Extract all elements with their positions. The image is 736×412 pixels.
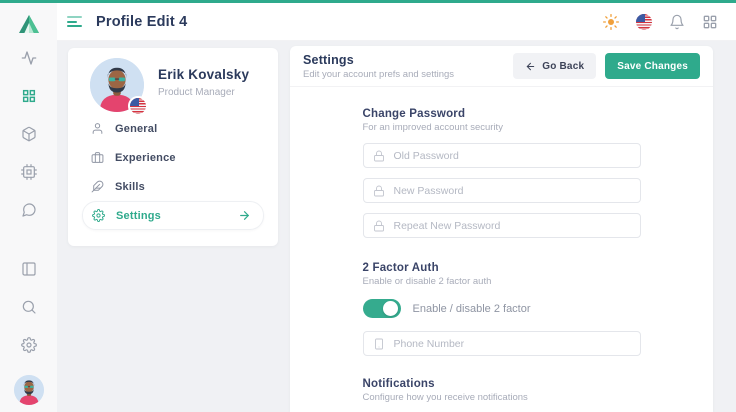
menu-item-label: Settings [116,210,161,222]
gear-icon[interactable] [21,337,37,353]
lock-icon [373,220,385,232]
menu-item-general[interactable]: General [68,114,278,143]
menu-item-experience[interactable]: Experience [68,143,278,172]
sidebar-nav-bottom [21,261,37,375]
phone-number-field[interactable] [363,331,641,356]
section-title: 2 Factor Auth [363,262,641,274]
arrow-right-icon [238,209,251,222]
profile-menu: General Experience Skills Settings [68,114,278,230]
new-password-input[interactable] [394,185,631,197]
change-password-section: Change Password For an improved account … [363,108,641,238]
page-title: Profile Edit 4 [96,14,187,30]
profile-card: Erik Kovalsky Product Manager General Ex… [68,48,278,246]
repeat-password-field[interactable] [363,213,641,238]
avatar-flag-badge [128,96,148,116]
section-title: Change Password [363,108,641,120]
user-icon [91,122,104,135]
notifications-section: Notifications Configure how you receive … [363,378,641,403]
lock-icon [373,150,385,162]
smartphone-icon [373,338,385,350]
lock-icon [373,185,385,197]
activity-icon[interactable] [21,50,37,66]
dashboard-grid-icon[interactable] [21,88,37,104]
feather-icon [91,180,104,193]
header: Profile Edit 4 [57,3,736,41]
menu-item-label: General [115,123,157,135]
menu-item-skills[interactable]: Skills [68,172,278,201]
layout-icon[interactable] [21,261,37,277]
two-factor-section: 2 Factor Auth Enable or disable 2 factor… [363,262,641,356]
sidebar-nav-top [21,50,37,240]
profile-name: Erik Kovalsky [158,67,249,82]
settings-subtitle: Edit your account prefs and settings [303,69,454,80]
section-subtitle: For an improved account security [363,122,641,133]
menu-icon[interactable] [67,16,82,27]
toggle-knob [383,301,398,316]
sidebar-rail [0,3,57,412]
apps-grid-icon[interactable] [702,14,718,30]
repeat-password-input[interactable] [394,220,631,232]
search-icon[interactable] [21,299,37,315]
new-password-field[interactable] [363,178,641,203]
main-content: Erik Kovalsky Product Manager General Ex… [57,41,736,412]
gear-icon [92,209,105,222]
chat-bubble-icon[interactable] [21,202,37,218]
go-back-button[interactable]: Go Back [513,53,596,79]
settings-panel: Settings Edit your account prefs and set… [290,46,713,412]
sidebar-user-avatar[interactable] [14,375,44,405]
arrow-left-icon [525,61,536,72]
menu-item-label: Skills [115,181,145,193]
menu-item-label: Experience [115,152,176,164]
phone-number-input[interactable] [394,338,631,350]
app-logo[interactable] [17,12,41,36]
cpu-icon[interactable] [21,164,37,180]
section-subtitle: Configure how you receive notifications [363,392,641,403]
settings-title: Settings [303,53,454,67]
sun-icon[interactable] [603,14,619,30]
package-icon[interactable] [21,126,37,142]
bell-icon[interactable] [669,14,685,30]
briefcase-icon [91,151,104,164]
two-factor-toggle[interactable] [363,299,401,318]
settings-panel-header: Settings Edit your account prefs and set… [290,46,713,87]
menu-item-settings[interactable]: Settings [82,201,264,230]
profile-role: Product Manager [158,87,235,98]
section-title: Notifications [363,378,641,390]
top-accent-strip [0,0,736,3]
save-changes-button[interactable]: Save Changes [605,53,700,79]
usa-flag-icon[interactable] [636,14,652,30]
toggle-label: Enable / disable 2 factor [413,303,531,315]
section-subtitle: Enable or disable 2 factor auth [363,276,641,287]
old-password-field[interactable] [363,143,641,168]
old-password-input[interactable] [394,150,631,162]
